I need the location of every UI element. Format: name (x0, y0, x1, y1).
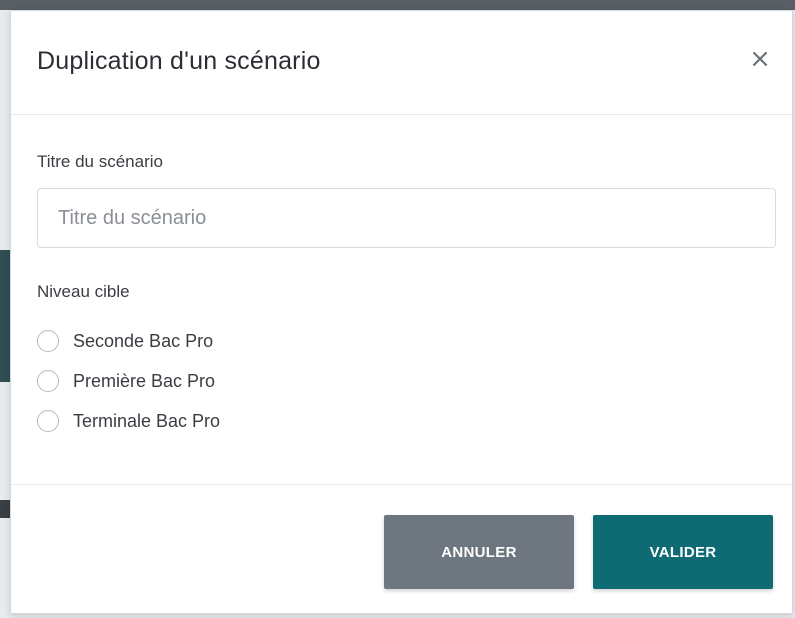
scenario-title-label: Titre du scénario (37, 152, 163, 171)
close-icon[interactable]: × (746, 45, 774, 73)
background-page-strip (0, 0, 795, 10)
radio-button[interactable] (37, 370, 59, 392)
cancel-button[interactable]: ANNULER (384, 515, 574, 589)
dialog-title: Duplication d'un scénario (37, 47, 321, 75)
radio-label: Première Bac Pro (73, 370, 216, 391)
radio-button[interactable] (37, 410, 59, 432)
target-level-radio-group: Seconde Bac Pro Première Bac Pro Termina… (37, 321, 220, 441)
dialog-body: Titre du scénario Niveau cible Seconde B… (11, 116, 792, 484)
radio-button[interactable] (37, 330, 59, 352)
background-page-element (0, 500, 10, 518)
validate-button[interactable]: VALIDER (593, 515, 773, 589)
radio-option-terminale[interactable]: Terminale Bac Pro (37, 401, 220, 441)
radio-label: Seconde Bac Pro (73, 330, 214, 351)
target-level-label: Niveau cible (37, 282, 130, 301)
duplicate-scenario-dialog: Duplication d'un scénario × Titre du scé… (10, 10, 793, 614)
dialog-header: Duplication d'un scénario × (11, 11, 792, 115)
dialog-footer: ANNULER VALIDER (11, 484, 792, 615)
scenario-title-input[interactable] (37, 188, 776, 248)
background-page-element (0, 250, 10, 382)
radio-option-premiere[interactable]: Première Bac Pro (37, 361, 220, 401)
radio-option-seconde[interactable]: Seconde Bac Pro (37, 321, 220, 361)
radio-label: Terminale Bac Pro (73, 410, 221, 431)
